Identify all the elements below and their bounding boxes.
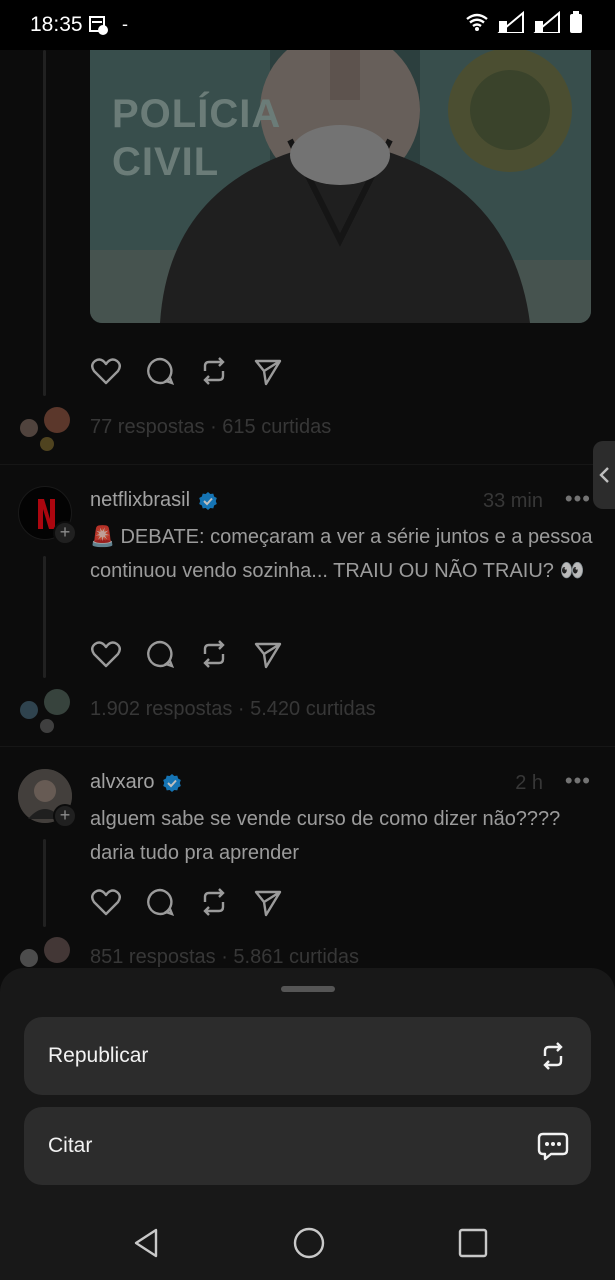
send-icon (254, 642, 282, 669)
verified-badge-icon (199, 491, 217, 510)
avatar (44, 937, 70, 963)
follow-plus-button[interactable]: + (53, 804, 77, 828)
post-actions (90, 355, 284, 387)
send-icon (254, 359, 282, 386)
username-text: netflixbrasil (90, 489, 191, 511)
home-nav-icon[interactable] (292, 1226, 326, 1260)
avatar (44, 407, 70, 433)
battery-icon (570, 11, 582, 33)
repost-icon (203, 888, 225, 916)
post-text[interactable]: 🚨 DEBATE: começaram a ver a série juntos… (90, 520, 595, 588)
post-actions (90, 638, 284, 670)
status-right-icons (465, 11, 583, 33)
more-options-button[interactable]: ••• (565, 486, 591, 512)
photo-caption: POLÍCIA CIVIL (112, 92, 280, 184)
heart-icon (91, 358, 121, 385)
more-options-button[interactable]: ••• (565, 768, 591, 794)
avatar (40, 437, 54, 451)
reply-button[interactable] (144, 355, 176, 387)
repost-button[interactable] (198, 355, 230, 387)
repost-button[interactable] (198, 638, 230, 670)
thread-line (43, 556, 46, 678)
share-button[interactable] (252, 355, 284, 387)
quote-option[interactable]: Citar (24, 1107, 591, 1185)
quote-icon (537, 1132, 569, 1161)
post-text[interactable]: alguem sabe se vende curso de como dizer… (90, 802, 595, 870)
wifi-icon (466, 13, 488, 31)
back-nav-icon[interactable] (130, 1226, 164, 1260)
post-actions (90, 886, 284, 918)
system-navigation-bar (0, 1200, 615, 1280)
reply-button[interactable] (144, 638, 176, 670)
status-left-icons: - (88, 14, 128, 35)
signal-sim2-icon (533, 11, 560, 33)
share-button[interactable] (252, 638, 284, 670)
username-text: alvxaro (90, 771, 155, 793)
thread-line (43, 839, 46, 927)
comment-icon (147, 357, 175, 385)
chevron-left-icon (599, 467, 609, 483)
post-username[interactable]: alvxaro (90, 771, 182, 794)
like-button[interactable] (90, 638, 122, 670)
avatar (20, 701, 38, 719)
sheet-drag-handle[interactable] (281, 986, 335, 992)
comment-icon (147, 640, 175, 668)
side-panel-handle[interactable] (593, 441, 615, 509)
like-button[interactable] (90, 355, 122, 387)
like-button[interactable] (90, 886, 122, 918)
heart-icon (91, 641, 121, 668)
status-bar: 18:35 - (0, 0, 615, 50)
thread-line (43, 50, 46, 396)
post-stats[interactable]: 1.902 respostas · 5.420 curtidas (90, 698, 376, 721)
divider (0, 746, 615, 747)
reply-button[interactable] (144, 886, 176, 918)
divider (0, 464, 615, 465)
post-stats[interactable]: 851 respostas · 5.861 curtidas (90, 946, 359, 969)
avatar (20, 949, 38, 967)
avatar (40, 719, 54, 733)
repost-button[interactable] (198, 886, 230, 918)
post-username[interactable]: netflixbrasil (90, 489, 218, 512)
recents-nav-icon[interactable] (456, 1226, 490, 1260)
post-photo[interactable]: POLÍCIA CIVIL (90, 50, 591, 323)
comment-icon (147, 888, 175, 916)
status-dash: - (122, 14, 128, 34)
avatar (20, 419, 38, 437)
reply-avatars (18, 405, 74, 455)
verified-badge-icon (163, 773, 182, 792)
storage-alert-icon (89, 15, 108, 35)
repost-option[interactable]: Republicar (24, 1017, 591, 1095)
repost-option-label: Republicar (48, 1044, 149, 1067)
post-time: 33 min (482, 490, 543, 512)
send-icon (254, 890, 282, 917)
signal-sim1-icon (497, 11, 524, 33)
follow-plus-button[interactable]: + (53, 521, 77, 545)
share-button[interactable] (252, 886, 284, 918)
repost-icon (203, 357, 225, 385)
post-time: 2 h (515, 772, 543, 794)
reply-avatars (18, 687, 74, 737)
repost-icon (203, 640, 225, 668)
post-stats[interactable]: 77 respostas · 615 curtidas (90, 416, 331, 439)
quote-option-label: Citar (48, 1134, 93, 1157)
heart-icon (91, 889, 121, 916)
status-time: 18:35 (30, 13, 83, 36)
avatar (44, 689, 70, 715)
repost-icon (543, 1042, 563, 1070)
